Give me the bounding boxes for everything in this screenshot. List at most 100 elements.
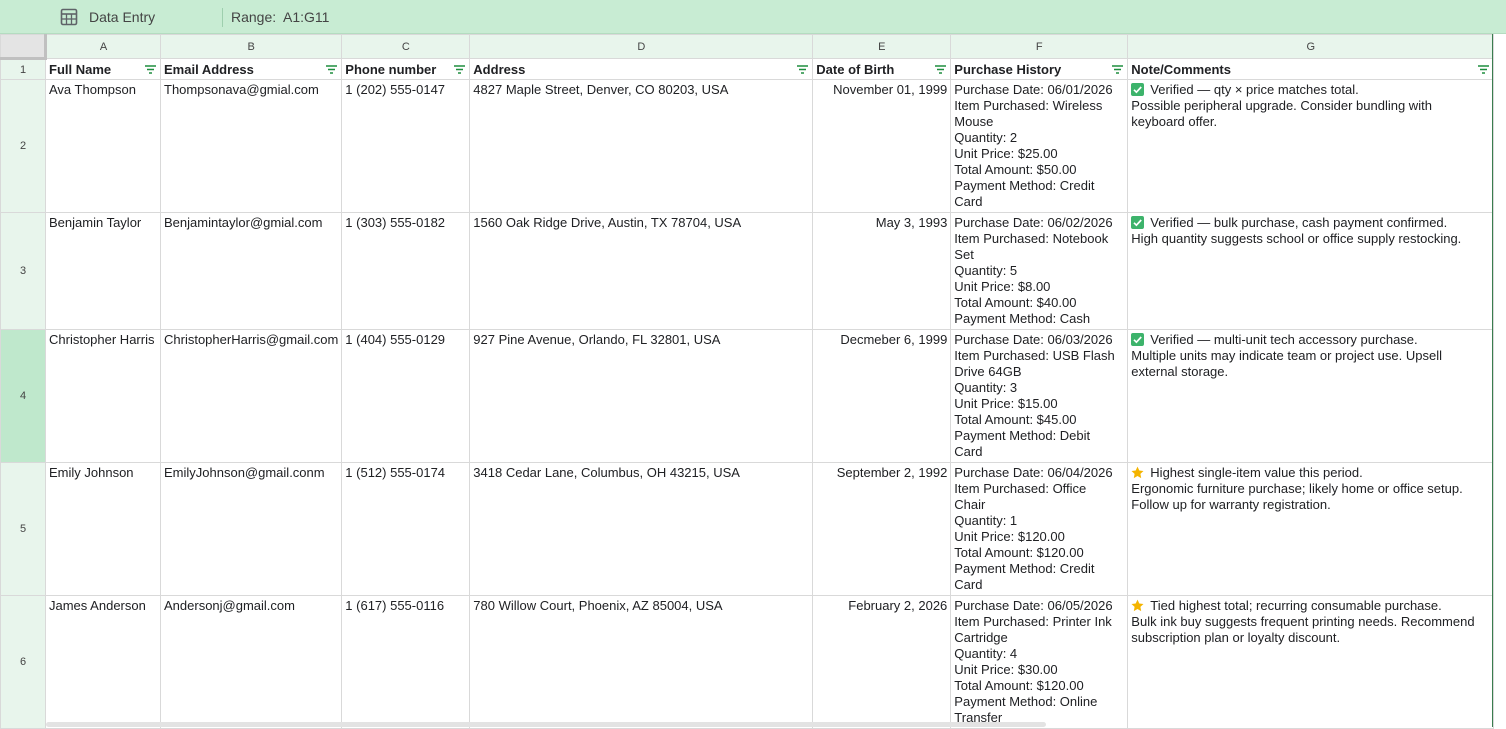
row-header[interactable]: 5 bbox=[0, 462, 46, 596]
star-icon bbox=[1131, 599, 1144, 612]
purchase-line: Drive 64GB bbox=[954, 364, 1022, 379]
purchase-line: Quantity: 5 bbox=[954, 263, 1018, 278]
filter-icon[interactable] bbox=[796, 63, 809, 76]
column-header-c[interactable]: C bbox=[341, 34, 471, 59]
filter-icon[interactable] bbox=[453, 63, 466, 76]
filter-icon[interactable] bbox=[325, 63, 338, 76]
cell-notes[interactable]: Highest single-item value this period. Er… bbox=[1127, 462, 1495, 596]
header-cell-address[interactable]: Address bbox=[469, 58, 814, 80]
header-cell-purchase[interactable]: Purchase History bbox=[950, 58, 1129, 80]
cell-phone[interactable]: 1 (202) 555-0147 bbox=[341, 79, 471, 213]
note-title-text: Highest single-item value this period. bbox=[1150, 465, 1363, 480]
cell-notes[interactable]: Verified — multi-unit tech accessory pur… bbox=[1127, 329, 1495, 463]
note-title-text: Tied highest total; recurring consumable… bbox=[1150, 598, 1442, 613]
header-cell-email[interactable]: Email Address bbox=[159, 58, 343, 80]
cell-phone[interactable]: 1 (512) 555-0174 bbox=[341, 462, 471, 596]
cell-purchase-history[interactable]: Purchase Date: 06/01/2026 Item Purchased:… bbox=[950, 79, 1129, 213]
cell-dob[interactable]: November 01, 1999 bbox=[812, 79, 952, 213]
cell-dob[interactable]: May 3, 1993 bbox=[812, 212, 952, 330]
cell-email[interactable]: Andersonj@gmail.com bbox=[159, 595, 343, 729]
cell-dob[interactable]: Decmeber 6, 1999 bbox=[812, 329, 952, 463]
purchase-line: Item Purchased: Printer Ink bbox=[954, 614, 1112, 629]
cell-full-name[interactable]: Emily Johnson bbox=[45, 462, 161, 596]
header-cell-full-name[interactable]: Full Name bbox=[45, 58, 161, 80]
table-row: 4 Christopher Harris ChristopherHarris@gma… bbox=[0, 329, 1495, 463]
table-name[interactable]: Data Entry bbox=[89, 9, 155, 25]
note-title: Highest single-item value this period. bbox=[1131, 465, 1490, 481]
column-header-d[interactable]: D bbox=[469, 34, 814, 59]
cell-full-name[interactable]: Ava Thompson bbox=[45, 79, 161, 213]
filter-icon[interactable] bbox=[1111, 63, 1124, 76]
column-header-f[interactable]: F bbox=[950, 34, 1129, 59]
purchase-line: Chair bbox=[954, 497, 986, 512]
cell-phone[interactable]: 1 (303) 555-0182 bbox=[341, 212, 471, 330]
table-row: 5 Emily Johnson EmilyJohnson@gmail.conm 1 (… bbox=[0, 462, 1495, 596]
column-header-e[interactable]: E bbox=[812, 34, 952, 59]
check-icon bbox=[1131, 83, 1145, 96]
horizontal-scrollbar[interactable] bbox=[46, 722, 1046, 727]
cell-full-name[interactable]: James Anderson bbox=[45, 595, 161, 729]
table-icon[interactable] bbox=[60, 8, 78, 26]
cell-email[interactable]: Thompsonava@gmial.com bbox=[159, 79, 343, 213]
cell-address[interactable]: 780 Willow Court, Phoenix, AZ 85004, USA bbox=[469, 595, 814, 729]
cell-address[interactable]: 4827 Maple Street, Denver, CO 80203, USA bbox=[469, 79, 814, 213]
note-title-text: Verified — multi-unit tech accessory pur… bbox=[1150, 332, 1418, 347]
note-line: Bulk ink buy suggests frequent printing … bbox=[1131, 614, 1475, 629]
column-header-g[interactable]: G bbox=[1127, 34, 1495, 59]
purchase-line: Unit Price: $8.00 bbox=[954, 279, 1051, 294]
cell-dob[interactable]: September 2, 1992 bbox=[812, 462, 952, 596]
filter-icon[interactable] bbox=[144, 63, 157, 76]
cell-address[interactable]: 1560 Oak Ridge Drive, Austin, TX 78704, … bbox=[469, 212, 814, 330]
cell-full-name[interactable]: Christopher Harris bbox=[45, 329, 161, 463]
purchase-line: Unit Price: $15.00 bbox=[954, 396, 1058, 411]
column-header-b[interactable]: B bbox=[159, 34, 343, 59]
row-header[interactable]: 3 bbox=[0, 212, 46, 330]
purchase-line: Unit Price: $25.00 bbox=[954, 146, 1058, 161]
purchase-line: Purchase Date: 06/05/2026 bbox=[954, 598, 1113, 613]
range-value[interactable]: A1:G11 bbox=[283, 9, 329, 25]
purchase-line: Item Purchased: Office bbox=[954, 481, 1087, 496]
header-cell-dob[interactable]: Date of Birth bbox=[812, 58, 952, 80]
cell-purchase-history[interactable]: Purchase Date: 06/03/2026 Item Purchased:… bbox=[950, 329, 1129, 463]
cell-phone[interactable]: 1 (617) 555-0116 bbox=[341, 595, 471, 729]
note-line: keyboard offer. bbox=[1131, 114, 1218, 129]
header-cell-notes[interactable]: Note/Comments bbox=[1127, 58, 1495, 80]
cell-email[interactable]: ChristopherHarris@gmail.com bbox=[159, 329, 343, 463]
cell-address[interactable]: 927 Pine Avenue, Orlando, FL 32801, USA bbox=[469, 329, 814, 463]
cell-address[interactable]: 3418 Cedar Lane, Columbus, OH 43215, USA bbox=[469, 462, 814, 596]
header-cell-phone[interactable]: Phone number bbox=[341, 58, 471, 80]
column-header-a[interactable]: A bbox=[45, 34, 161, 59]
cell-notes[interactable]: Verified — qty × price matches total. Pos… bbox=[1127, 79, 1495, 213]
note-title: Verified — multi-unit tech accessory pur… bbox=[1131, 332, 1490, 348]
row-header-1[interactable]: 1 bbox=[0, 58, 46, 80]
purchase-line: Set bbox=[954, 247, 974, 262]
note-line: Ergonomic furniture purchase; likely hom… bbox=[1131, 481, 1463, 496]
cell-purchase-history[interactable]: Purchase Date: 06/04/2026 Item Purchased:… bbox=[950, 462, 1129, 596]
check-icon bbox=[1131, 333, 1145, 346]
purchase-line: Card bbox=[954, 577, 983, 592]
cell-email[interactable]: EmilyJohnson@gmail.conm bbox=[159, 462, 343, 596]
cell-phone[interactable]: 1 (404) 555-0129 bbox=[341, 329, 471, 463]
table-toolbar: Data Entry Range: A1:G11 bbox=[0, 0, 1506, 34]
cell-purchase-history[interactable]: Purchase Date: 06/02/2026 Item Purchased:… bbox=[950, 212, 1129, 330]
cell-email[interactable]: Benjamintaylor@gmial.com bbox=[159, 212, 343, 330]
filter-icon[interactable] bbox=[934, 63, 947, 76]
row-header[interactable]: 2 bbox=[0, 79, 46, 213]
star-icon bbox=[1131, 466, 1144, 479]
table-row: 2 Ava Thompson Thompsonava@gmial.com 1 (202… bbox=[0, 79, 1495, 213]
cell-notes[interactable]: Verified — bulk purchase, cash payment c… bbox=[1127, 212, 1495, 330]
cell-notes[interactable]: Tied highest total; recurring consumable… bbox=[1127, 595, 1495, 729]
spreadsheet-grid: A B C D E F G 1 Full Name Email Address … bbox=[0, 34, 1495, 729]
note-line: subscription plan or loyalty discount. bbox=[1131, 630, 1341, 645]
row-header[interactable]: 6 bbox=[0, 595, 46, 729]
filter-icon[interactable] bbox=[1477, 63, 1490, 76]
purchase-line: Quantity: 1 bbox=[954, 513, 1018, 528]
note-line: Multiple units may indicate team or proj… bbox=[1131, 348, 1442, 363]
cell-full-name[interactable]: Benjamin Taylor bbox=[45, 212, 161, 330]
row-header[interactable]: 4 bbox=[0, 329, 46, 463]
cell-purchase-history[interactable]: Purchase Date: 06/05/2026 Item Purchased:… bbox=[950, 595, 1129, 729]
select-all-corner[interactable] bbox=[0, 34, 47, 60]
purchase-line: Payment Method: Credit bbox=[954, 178, 1095, 193]
table-range-border bbox=[1492, 34, 1493, 727]
cell-dob[interactable]: February 2, 2026 bbox=[812, 595, 952, 729]
